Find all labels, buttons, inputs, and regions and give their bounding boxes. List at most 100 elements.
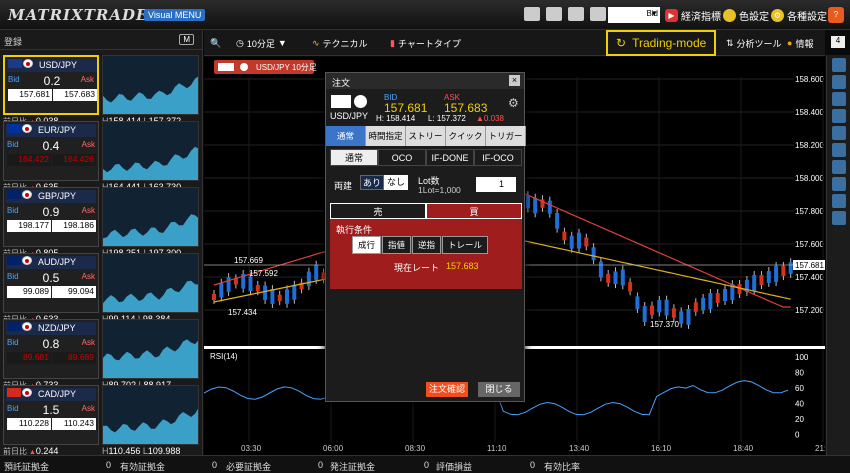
panel-mode-button[interactable]: M [179,34,194,45]
vline-icon[interactable] [831,126,846,140]
info-button[interactable]: ● 情報 [787,36,813,50]
panel-count[interactable]: 4 [831,36,845,48]
sell-button[interactable]: 売 [330,203,426,219]
register-button[interactable]: 登録 [4,35,22,48]
analysis-tool-button[interactable]: ⇅ 分析ツール [726,36,782,50]
candle-body [555,212,560,229]
ask-value[interactable]: 110.243 [52,418,96,430]
ask-value[interactable]: 99.094 [52,286,96,298]
fib-icon[interactable] [831,177,846,191]
import-icon[interactable] [524,7,540,21]
ask-value[interactable]: 89.689 [52,352,96,364]
trend-icon[interactable] [831,143,846,157]
pair-card[interactable]: USD/JPY Bid Ask 0.2 157.681 157.683 [3,55,99,115]
pair-card[interactable]: CAD/JPY Bid Ask 1.5 110.228 110.243 [3,385,99,445]
gear-icon[interactable]: ⚙ [508,96,519,110]
order-tab[interactable]: ストリーミング [406,126,446,161]
bid-value[interactable]: 157.681 [8,89,52,101]
pair-card[interactable]: AUD/JPY Bid Ask 0.5 99.089 99.094 [3,253,99,313]
save-icon[interactable] [590,7,606,21]
mini-chart[interactable] [102,121,199,181]
pair-card[interactable]: GBP/JPY Bid Ask 0.9 198.177 198.186 [3,187,99,247]
text-icon[interactable] [831,194,846,208]
bid-value[interactable]: 89.681 [7,352,51,364]
bid-label: Bid [7,338,19,347]
ask-value[interactable]: 164.426 [52,154,96,166]
pair-row[interactable]: EUR/JPYBidAsk0.4164.422164.426前日比 ▲0.635… [3,121,199,192]
ask-label: Ask [81,338,95,347]
hline-icon[interactable] [831,109,846,123]
close-button[interactable]: 閉じる [478,382,520,397]
bid-value[interactable]: 198.177 [7,220,51,232]
close-icon[interactable]: × [509,75,520,86]
mini-chart-area [103,408,198,444]
chevron-down-icon: ▼ [650,9,658,18]
bid-value[interactable]: 99.089 [7,286,51,298]
channel-icon[interactable] [831,160,846,174]
chart-area: 🔍 ◷ 10分足 ▼ ∿ テクニカル ▮ チャートタイプ ↻ Trading-mode ⇅… [203,30,850,455]
economic-indicators-button[interactable]: ▶ 経済指標 [665,7,721,23]
candle-body [620,269,625,286]
pair-row[interactable]: AUD/JPYBidAsk0.599.08999.094前日比 ▲0.633H9… [3,253,199,324]
mail-icon[interactable] [831,58,846,72]
mini-chart[interactable] [102,385,199,445]
technical-button[interactable]: ∿ テクニカル [312,36,368,50]
order-tab[interactable]: トリガー [486,126,526,146]
export-icon[interactable] [546,7,562,21]
order-tab[interactable]: 時間指定 [366,126,406,146]
mini-chart[interactable] [102,253,199,313]
current-price-label: 157.681 [795,261,824,270]
settings-button[interactable]: ⚙ 各種設定 [771,7,827,23]
ask-value[interactable]: 157.683 [53,89,97,101]
palette-icon [723,8,736,22]
cursor-icon[interactable] [831,75,846,89]
candle-body [686,309,691,325]
exec-tab[interactable]: 逆指 [412,236,442,254]
jp-flag-icon [22,388,32,397]
exec-tab[interactable]: 成行 [352,236,382,254]
order-subtab[interactable]: OCO [378,149,426,166]
bid-value[interactable]: 110.228 [7,418,51,430]
line-icon[interactable] [831,92,846,106]
both-yes-button[interactable]: あり [360,175,384,190]
exec-tab[interactable]: 指値 [382,236,412,254]
order-subtab[interactable]: IF-OCO [474,149,522,166]
trading-mode-button[interactable]: ↻ Trading-mode [606,30,716,56]
print-icon[interactable] [568,7,584,21]
help-button[interactable]: ? [828,7,844,23]
pair-card[interactable]: EUR/JPY Bid Ask 0.4 164.422 164.426 [3,121,99,181]
ask-value[interactable]: 198.186 [52,220,96,232]
timeframe-select[interactable]: ◷ 10分足 ▼ [236,36,287,50]
pair-row[interactable]: USD/JPYBidAsk0.2157.681157.683前日比 ▲0.038… [3,55,199,126]
candle-body [664,299,669,316]
order-confirm-button[interactable]: 注文確認 [426,382,468,397]
analysis-label: 分析ツール [736,38,782,49]
pair-card[interactable]: NZD/JPY Bid Ask 0.8 89.681 89.689 [3,319,99,379]
visual-menu-button[interactable]: Visual MENU [144,9,206,21]
mini-chart[interactable] [102,187,199,247]
order-tab[interactable]: クイック [446,126,486,146]
pair-row[interactable]: CAD/JPY Bid Ask 1.5 110.228 110.243 前日比 ▲0.244… [3,385,199,456]
buy-button[interactable]: 買 [426,203,522,219]
mini-chart[interactable] [102,55,199,115]
exec-tab[interactable]: トレール [442,236,489,254]
candle-body [263,285,268,301]
order-subtab[interactable]: 通常 [330,149,378,166]
price-type-select[interactable]: Bid ▼ [608,7,660,23]
zoom-icon[interactable]: 🔍 [210,36,221,50]
technical-label: テクニカル [322,38,368,49]
erase-icon[interactable] [831,211,846,225]
order-subtab[interactable]: IF-DONE [426,149,474,166]
order-tab[interactable]: 通常 [326,126,366,146]
chart-type-button[interactable]: ▮ チャートタイプ [390,36,461,50]
bid-value[interactable]: 164.422 [7,154,51,166]
mini-chart[interactable] [102,319,199,379]
pair-row[interactable]: GBP/JPYBidAsk0.9198.177198.186前日比 ▲0.805… [3,187,199,258]
lot-input[interactable]: 1 [476,177,516,192]
color-settings-button[interactable]: 色設定 [723,7,769,23]
candle-body [577,232,581,249]
candle-body [788,262,793,274]
dialog-change: ▲0.038 [476,114,504,123]
pair-row[interactable]: NZD/JPYBidAsk0.889.68189.689前日比 ▲0.733H8… [3,319,199,390]
both-no-button[interactable]: なし [384,175,408,190]
